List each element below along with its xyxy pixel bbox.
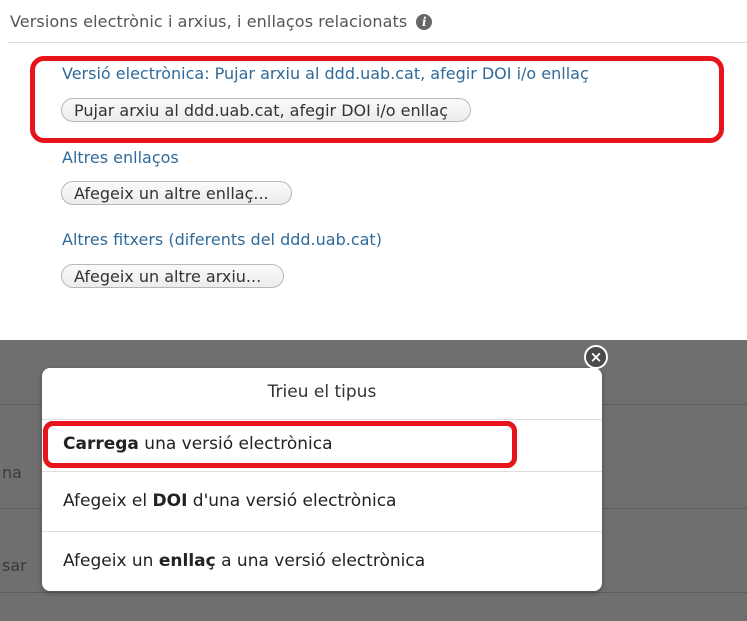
other-files-heading: Altres fitxers (diferents del ddd.uab.ca…: [62, 230, 382, 249]
option-separator: [42, 531, 602, 532]
background-text-fragment: na: [2, 463, 22, 482]
option-text: Afegeix un: [63, 551, 159, 571]
highlight-annotation-bottom: [43, 421, 517, 468]
option-add-link[interactable]: Afegeix un enllaç a una versió electròni…: [63, 551, 425, 571]
add-file-button[interactable]: Afegeix un altre arxiu...: [61, 264, 285, 288]
option-separator: [42, 419, 602, 420]
option-bold: enllaç: [158, 551, 216, 571]
related-files-panel: Versions electrònic i arxius, i enllaços…: [0, 0, 747, 340]
option-text: a una versió electrònica: [215, 551, 426, 571]
option-text: d'una versió electrònica: [187, 491, 397, 511]
add-link-button[interactable]: Afegeix un altre enllaç...: [61, 181, 292, 205]
info-icon[interactable]: i: [416, 13, 433, 30]
option-separator: [42, 471, 602, 472]
section-title-text: Versions electrònic i arxius, i enllaços…: [10, 12, 408, 31]
option-add-doi[interactable]: Afegeix el DOI d'una versió electrònica: [63, 491, 396, 511]
section-title: Versions electrònic i arxius, i enllaços…: [10, 12, 433, 31]
type-chooser-dialog: Trieu el tipus Carrega una versió electr…: [42, 368, 602, 591]
dialog-title: Trieu el tipus: [267, 382, 377, 402]
option-text: Afegeix el: [63, 491, 153, 511]
close-icon[interactable]: ×: [584, 345, 608, 369]
section-divider: [8, 42, 747, 43]
background-row-line: [0, 592, 747, 593]
option-bold: DOI: [152, 491, 188, 511]
other-links-heading: Altres enllaços: [62, 148, 179, 167]
highlight-annotation-top: [30, 56, 724, 143]
background-text-fragment: sar: [2, 556, 27, 575]
